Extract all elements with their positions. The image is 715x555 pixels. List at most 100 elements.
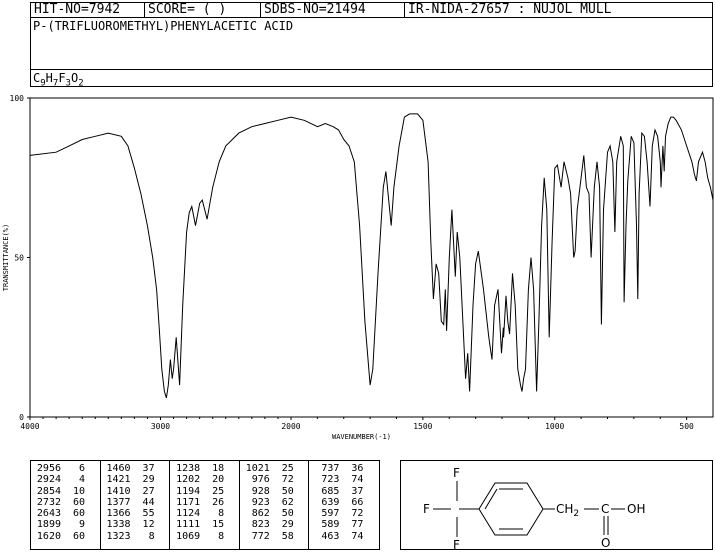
peak-table-row: 2956 6	[31, 463, 100, 474]
peak-table-row: 1069 8	[170, 531, 239, 542]
peak-wavenumber: 1021	[245, 463, 270, 474]
peak-transmittance: 74	[351, 474, 364, 486]
peak-table-row: 928 50	[240, 486, 309, 497]
x-tick-label: 1500	[413, 422, 432, 431]
peak-table-row: 2854 10	[31, 486, 100, 497]
peak-table-row: 639 66	[309, 497, 379, 508]
peak-table-row: 597 72	[309, 508, 379, 519]
peak-table-column: 737 36 723 74 685 37 639 66 597 72 589 77 463 74	[309, 461, 379, 549]
peak-wavenumber: 1366	[106, 508, 131, 520]
peak-table-row: 1171 26	[170, 497, 239, 508]
peak-transmittance: 37	[351, 485, 364, 497]
peak-transmittance: 50	[281, 485, 294, 497]
peak-wavenumber: 685	[321, 485, 340, 497]
peak-wavenumber: 1069	[176, 530, 201, 542]
peak-transmittance: 8	[148, 530, 155, 542]
peak-table-row: 2643 60	[31, 508, 100, 519]
peak-table-row: 1460 37	[101, 463, 170, 474]
peak-wavenumber: 928	[251, 485, 270, 497]
peak-wavenumber: 1620	[36, 530, 61, 542]
peak-wavenumber: 1171	[176, 496, 201, 508]
peak-transmittance: 74	[351, 530, 364, 542]
peak-wavenumber: 2956	[36, 463, 61, 474]
y-tick-label: 0	[19, 413, 24, 422]
hydroxyl-label: OH	[627, 502, 645, 516]
peak-wavenumber: 1899	[36, 519, 61, 531]
peak-wavenumber: 862	[251, 508, 270, 520]
peak-wavenumber: 2732	[36, 496, 61, 508]
peak-transmittance: 8	[218, 530, 225, 542]
structure-box: F F F CH2 C OH O	[400, 460, 713, 552]
peak-table-row: 1238 18	[170, 463, 239, 474]
sdbs-number: SDBS-NO=21494	[261, 3, 405, 17]
peak-wavenumber: 1460	[106, 463, 131, 474]
peak-table-row: 1899 9	[31, 519, 100, 530]
y-tick-label: 100	[10, 94, 25, 103]
peak-transmittance: 6	[78, 463, 85, 474]
peak-transmittance: 36	[351, 463, 364, 474]
peak-table-row: 823 29	[240, 519, 309, 530]
peak-table-row: 976 72	[240, 474, 309, 485]
x-tick-label: 4000	[20, 422, 39, 431]
header-bar: HIT-NO=7942 SCORE= ( ) SDBS-NO=21494 IR-…	[30, 2, 713, 18]
peak-table-row: 685 37	[309, 486, 379, 497]
peak-wavenumber: 1421	[106, 474, 131, 486]
x-tick-label: 1000	[545, 422, 564, 431]
peak-transmittance: 15	[212, 519, 225, 531]
peak-wavenumber: 2643	[36, 508, 61, 520]
x-tick-label: 500	[679, 422, 694, 431]
peak-table-row: 737 36	[309, 463, 379, 474]
peak-wavenumber: 1202	[176, 474, 201, 486]
spectrum-line	[29, 113, 714, 399]
ir-spectrum-chart: 1005004000 3000 2000 1500 1000 500WAVENUMBER(…	[2, 94, 714, 441]
y-axis-label: TRANSMITTANCE(%)	[2, 224, 10, 291]
formula-box: C9H7F3O2	[30, 69, 713, 89]
peak-table-row: 923 62	[240, 497, 309, 508]
hit-number: HIT-NO=7942	[31, 3, 145, 17]
peak-wavenumber: 1377	[106, 496, 131, 508]
peak-wavenumber: 1124	[176, 508, 201, 520]
peak-table-row: 1111 15	[170, 519, 239, 530]
peak-table-column: 1460 37 1421 29 1410 27 1377 44 1366 55 1338 12 1323…	[101, 461, 171, 549]
peak-wavenumber: 1238	[176, 463, 201, 474]
peak-wavenumber: 923	[251, 496, 270, 508]
peak-table-row: 463 74	[309, 531, 379, 542]
fluorine-top: F	[453, 466, 460, 480]
peak-table-row: 1202 20	[170, 474, 239, 485]
peak-transmittance: 77	[351, 519, 364, 531]
peak-table-row: 1194 25	[170, 486, 239, 497]
x-tick-label: 3000	[151, 422, 170, 431]
peak-table-row: 1124 8	[170, 508, 239, 519]
carbonyl-carbon: C	[601, 502, 609, 516]
peak-table-column: 1021 25 976 72 928 50 923 62 862 50 823 29 772 58	[240, 461, 310, 549]
peak-table-row: 723 74	[309, 474, 379, 485]
peak-transmittance: 26	[212, 496, 225, 508]
peak-transmittance: 60	[72, 508, 85, 520]
peak-wavenumber: 1323	[106, 530, 131, 542]
peak-transmittance: 10	[72, 485, 85, 497]
peak-wavenumber: 1410	[106, 485, 131, 497]
peak-transmittance: 62	[281, 496, 294, 508]
fluorine-bottom: F	[453, 538, 460, 551]
peak-wavenumber: 1338	[106, 519, 131, 531]
peak-table-row: 1366 55	[101, 508, 170, 519]
peak-wavenumber: 597	[321, 508, 340, 520]
peak-wavenumber: 737	[321, 463, 340, 474]
peak-transmittance: 66	[351, 496, 364, 508]
benzene-ring	[478, 482, 544, 536]
peak-wavenumber: 772	[251, 530, 270, 542]
peak-table-row: 1338 12	[101, 519, 170, 530]
peak-transmittance: 60	[72, 496, 85, 508]
peak-table-row: 862 50	[240, 508, 309, 519]
molecular-formula: C9H7F3O2	[33, 71, 84, 89]
peak-transmittance: 58	[281, 530, 294, 542]
score: SCORE= ( )	[145, 3, 261, 17]
peak-table-row: 589 77	[309, 519, 379, 530]
peak-table-row: 1021 25	[240, 463, 309, 474]
peak-transmittance: 25	[281, 463, 294, 474]
peak-table-row: 772 58	[240, 531, 309, 542]
peak-table: 2956 6 2924 4 2854 10 2732 60 2643 60 1899 9 1620 60 1…	[30, 460, 380, 550]
fluorine-left: F	[423, 502, 430, 516]
peak-wavenumber: 1194	[176, 485, 201, 497]
peak-wavenumber: 1111	[176, 519, 201, 531]
